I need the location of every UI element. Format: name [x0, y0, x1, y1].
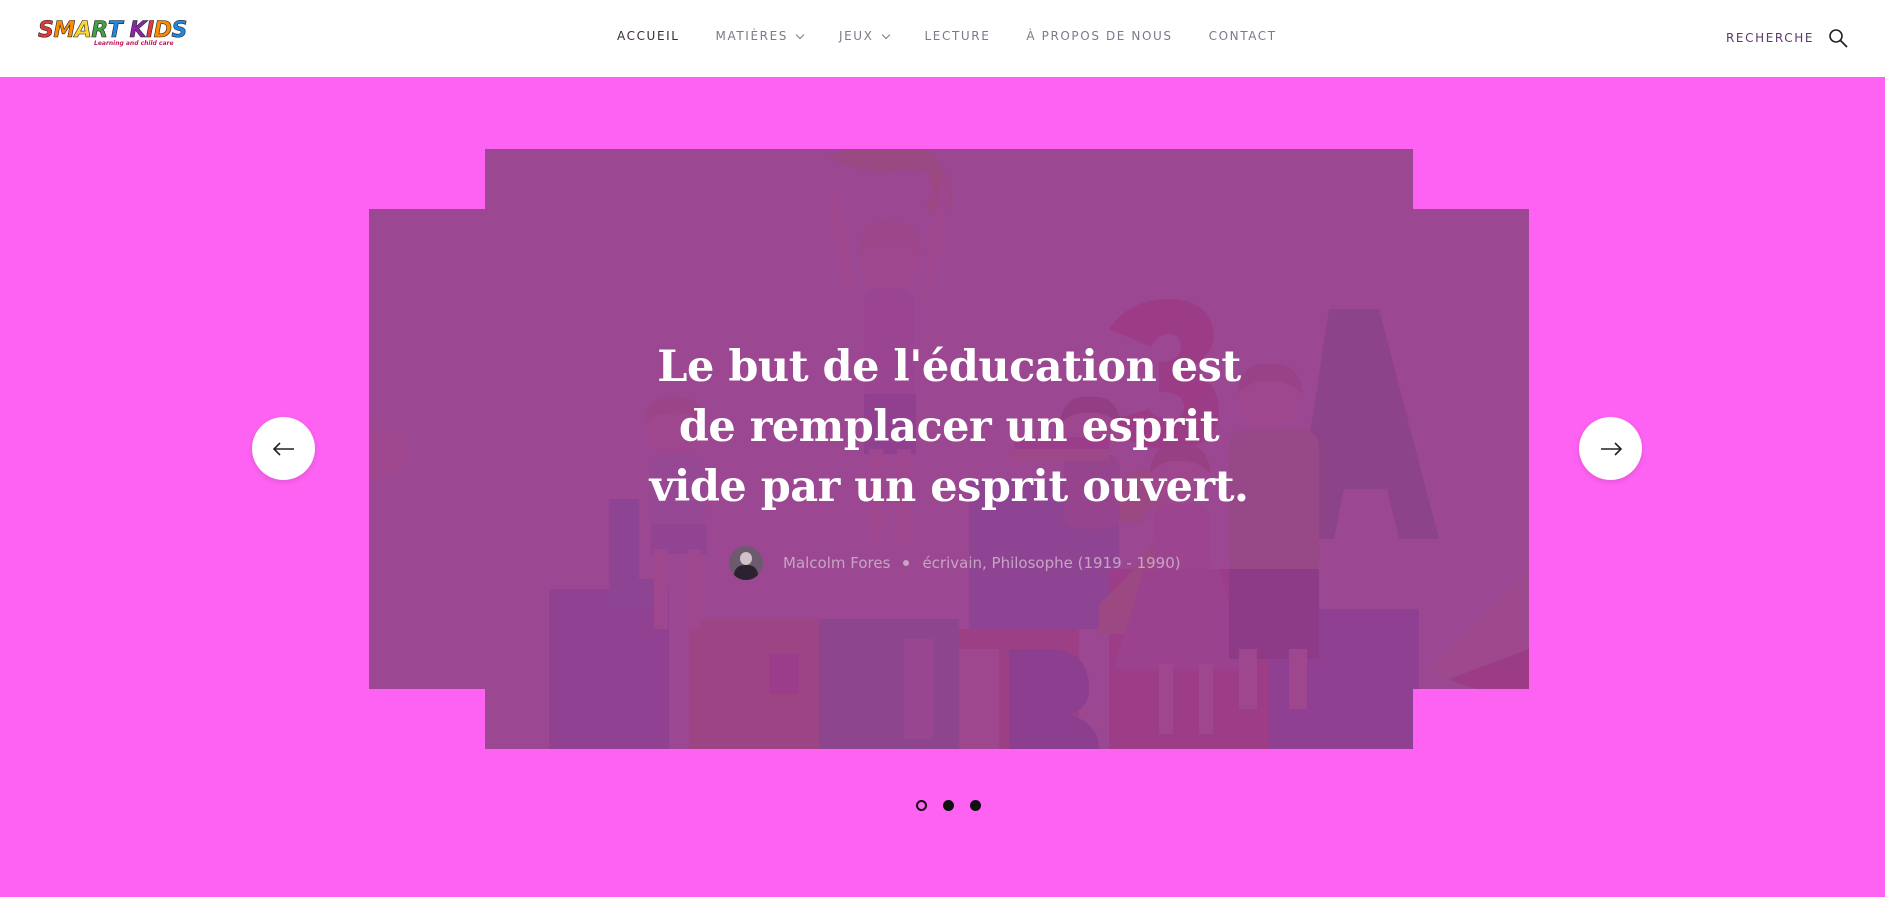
slider-dot-2[interactable]: [943, 800, 954, 811]
nav-item-label: ACCUEIL: [617, 29, 680, 43]
arrow-right-icon: [1601, 442, 1623, 456]
slider-next-button[interactable]: [1579, 417, 1642, 480]
nav-item-lecture[interactable]: LECTURE: [925, 29, 991, 43]
slide-overlay: [369, 209, 1529, 689]
nav-item-contact[interactable]: CONTACT: [1209, 29, 1277, 43]
chevron-down-icon: [795, 30, 805, 39]
nav-item-accueil[interactable]: ACCUEIL: [617, 29, 680, 43]
search-icon[interactable]: [1828, 28, 1848, 48]
nav-item-jeux[interactable]: JEUX: [838, 29, 890, 43]
nav-item-label: JEUX: [838, 29, 874, 43]
site-header: SMART KIDS Learning and child care ACCUE…: [0, 0, 1885, 77]
main-nav: ACCUEIL MATIÈRES JEUX LECTURE À PROPOS D…: [617, 29, 1313, 43]
nav-item-label: LECTURE: [924, 29, 991, 43]
nav-item-matieres[interactable]: MATIÈRES: [715, 29, 805, 43]
arrow-left-icon: [272, 442, 294, 456]
slide-image-wide: [369, 209, 1529, 689]
slider-prev-button[interactable]: [252, 417, 315, 480]
slider-dot-3[interactable]: [970, 800, 981, 811]
nav-item-a-propos[interactable]: À PROPOS DE NOUS: [1026, 29, 1172, 43]
search-label[interactable]: RECHERCHE: [1726, 31, 1814, 45]
slider-pagination: [916, 800, 981, 811]
search-toggle[interactable]: RECHERCHE: [1726, 28, 1848, 48]
logo-text: SMART KIDS: [38, 18, 188, 43]
nav-item-label: CONTACT: [1208, 29, 1277, 43]
nav-item-label: À PROPOS DE NOUS: [1026, 29, 1173, 43]
nav-item-label: MATIÈRES: [715, 29, 788, 43]
chevron-down-icon: [881, 30, 890, 39]
slider-dot-1[interactable]: [916, 800, 927, 811]
site-logo[interactable]: SMART KIDS Learning and child care: [38, 18, 203, 52]
